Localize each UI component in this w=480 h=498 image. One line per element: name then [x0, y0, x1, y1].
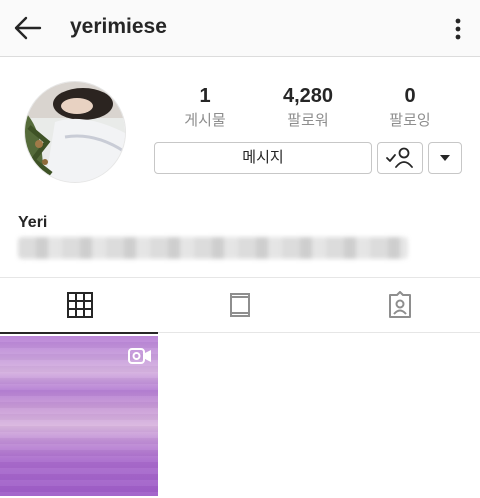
top-bar: yerimiese — [0, 0, 480, 57]
profile-tabs — [0, 277, 480, 334]
caret-down-icon — [440, 155, 450, 161]
suggestions-dropdown-button[interactable] — [428, 142, 462, 174]
arrow-left-icon — [14, 16, 42, 40]
stat-following[interactable]: 0 팔로잉 — [365, 84, 455, 132]
post-grid — [0, 334, 480, 498]
tab-tagged[interactable] — [320, 278, 480, 333]
stat-posts[interactable]: 1 게시물 — [160, 84, 250, 132]
bio-redacted — [18, 237, 408, 259]
following-check-icon — [386, 147, 413, 168]
tab-feed[interactable] — [160, 278, 320, 333]
post-thumbnail[interactable] — [0, 336, 158, 496]
video-icon — [128, 348, 151, 364]
stat-followers-value: 4,280 — [282, 85, 334, 107]
feed-icon — [230, 293, 250, 317]
stat-posts-value: 1 — [199, 85, 211, 107]
grid-icon — [67, 292, 93, 318]
avatar-image — [25, 82, 125, 182]
stat-posts-label: 게시물 — [184, 112, 226, 129]
profile-header: 1 게시물 4,280 팔로워 0 팔로잉 메시지 Yeri — [0, 57, 480, 277]
display-name: Yeri — [18, 214, 48, 231]
tab-grid[interactable] — [0, 278, 160, 334]
avatar[interactable] — [24, 81, 126, 183]
tagged-icon — [389, 291, 411, 318]
more-options-button[interactable] — [450, 16, 466, 42]
following-button[interactable] — [377, 142, 423, 174]
back-button[interactable] — [12, 14, 44, 42]
stat-following-label: 팔로잉 — [389, 112, 431, 129]
profile-username: yerimiese — [70, 15, 167, 38]
more-vertical-icon — [455, 18, 461, 40]
stat-followers-label: 팔로워 — [287, 112, 329, 129]
stat-following-value: 0 — [404, 85, 416, 107]
message-button[interactable]: 메시지 — [154, 142, 372, 174]
stat-followers[interactable]: 4,280 팔로워 — [263, 84, 353, 132]
